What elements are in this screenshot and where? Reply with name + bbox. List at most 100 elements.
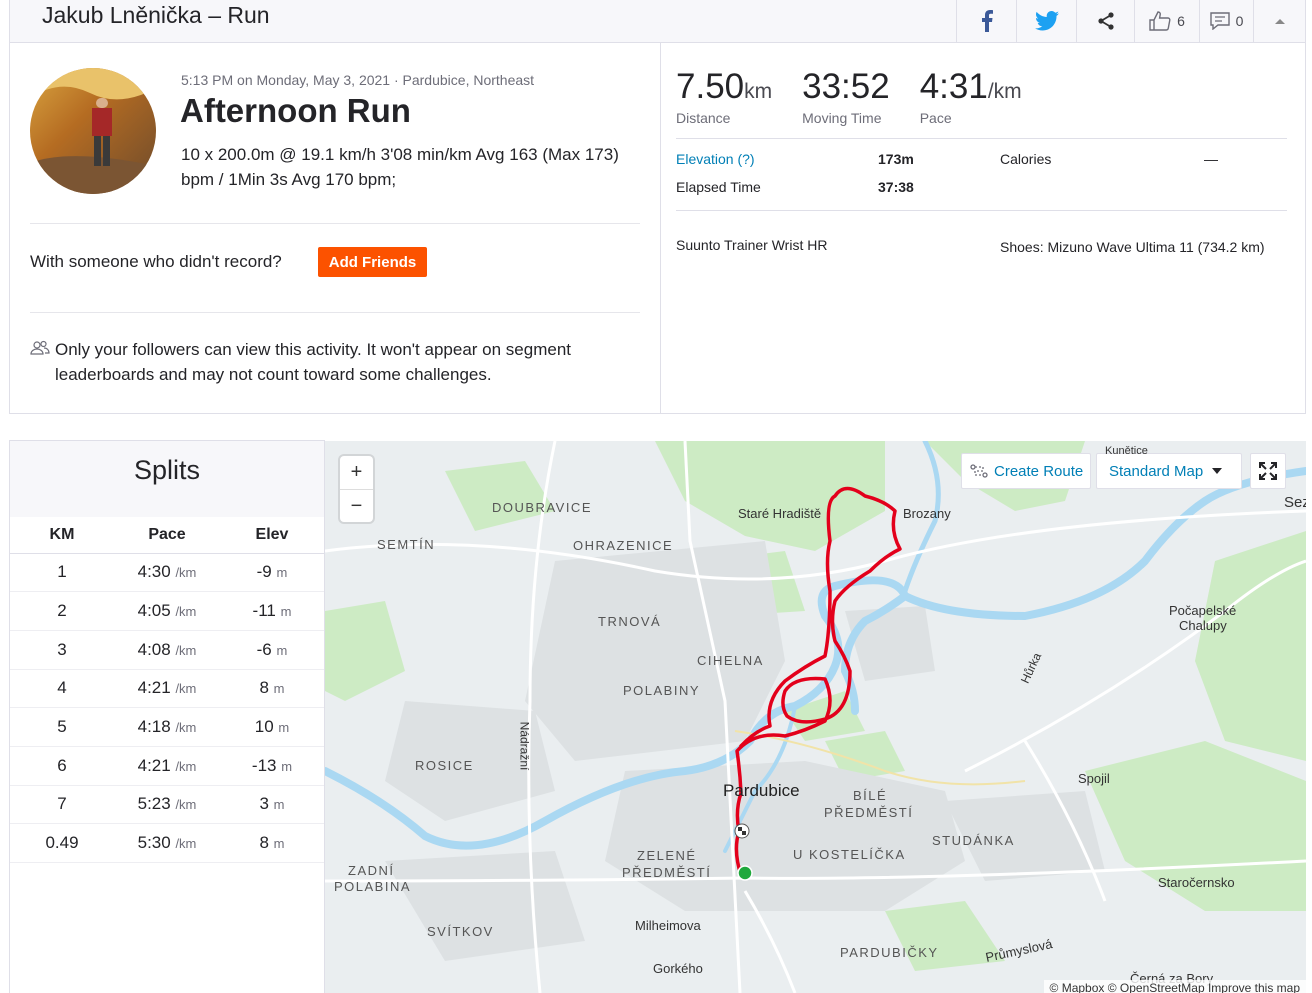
map-style-label: Standard Map (1109, 462, 1204, 480)
map-label: PŘEDMĚSTÍ (824, 805, 914, 820)
stat-pace: 4:31/km Pace (920, 64, 1022, 126)
split-elev-value: 10 (254, 717, 274, 737)
comment-icon (1209, 12, 1230, 30)
split-elev-unit: m (276, 642, 288, 658)
pace-label: Pace (919, 110, 952, 126)
route-map[interactable]: + − Create Route Standard Map Kunětice D… (325, 441, 1306, 993)
split-pace-value: 4:08 (137, 639, 171, 659)
split-elev: 8 m (220, 669, 324, 709)
kudos-button[interactable]: 6 (1134, 0, 1199, 42)
splits-body: 1 4:30 /km -9 m 2 4:05 /km -11 m 3 4:08 /km -6 m… (10, 553, 324, 863)
split-elev-unit: m (276, 565, 288, 581)
splits-header-row: KM Pace Elev (10, 517, 324, 554)
map-label: Milheimova (635, 918, 701, 933)
split-elev-unit: m (280, 604, 292, 620)
split-km: 2 (10, 591, 114, 631)
calories-label: Calories (1000, 151, 1052, 167)
moving-time-label: Moving Time (802, 110, 882, 126)
map-style-dropdown[interactable]: Standard Map (1096, 453, 1242, 489)
stat-moving-time: 33:52 Moving Time (802, 64, 890, 126)
collapse-button[interactable] (1253, 0, 1305, 42)
comment-count: 0 (1235, 13, 1244, 29)
facebook-icon (981, 10, 993, 32)
kudos-count: 6 (1177, 13, 1185, 29)
map-label: SVÍTKOV (427, 924, 494, 939)
activity-summary: 5:13 PM on Monday, May 3, 2021 · Pardubi… (9, 42, 1306, 414)
split-pace-value: 4:18 (137, 717, 171, 737)
split-pace-unit: /km (175, 681, 197, 697)
splits-panel: Splits KM Pace Elev 1 4:30 /km -9 m 2 4:05 /… (9, 440, 325, 993)
activity-description: 10 x 200.0m @ 19.1 km/h 3'08 min/km Avg … (181, 145, 619, 189)
map-label: ROSICE (415, 758, 474, 773)
elevation-value: 173m (878, 151, 914, 167)
map-label: Gorkého (653, 961, 703, 976)
split-row: 0.49 5:30 /km 8 m (10, 823, 324, 863)
splits-header: Splits (10, 441, 324, 517)
split-pace-value: 5:30 (137, 833, 171, 853)
split-elev-value: -11 (252, 601, 276, 621)
split-pace: 4:21 /km (114, 669, 220, 709)
split-pace-unit: /km (175, 836, 197, 852)
map-label: Brozany (903, 506, 951, 521)
split-row: 4 4:21 /km 8 m (10, 669, 324, 709)
split-pace-unit: /km (175, 642, 197, 658)
device-name: Suunto Trainer Wrist HR (676, 237, 828, 253)
split-elev-unit: m (278, 720, 290, 736)
map-label: STUDÁNKA (932, 833, 1015, 848)
split-km: 4 (10, 669, 114, 709)
map-label: CIHELNA (697, 653, 764, 668)
map-label: PŘEDMĚSTÍ (622, 865, 712, 880)
share-button[interactable] (1076, 0, 1134, 42)
col-km-header: KM (10, 517, 114, 554)
split-elev: -11 m (220, 591, 324, 631)
map-label: Chalupy (1179, 618, 1227, 633)
divider (30, 312, 640, 313)
primary-stats: 7.50km Distance 33:52 Moving Time 4:31/k… (676, 64, 1052, 126)
elapsed-value: 37:38 (878, 179, 914, 195)
twitter-share-button[interactable] (1016, 0, 1076, 42)
map-label: Nádražní (517, 721, 532, 771)
elevation-link[interactable]: Elevation (?) (676, 151, 755, 167)
split-elev-value: 8 (259, 678, 269, 698)
split-pace: 4:21 /km (114, 746, 220, 786)
fullscreen-button[interactable] (1250, 453, 1286, 489)
zoom-in-button[interactable]: + (340, 456, 373, 489)
map-label: Sez (1284, 494, 1306, 511)
activity-meta: 5:13 PM on Monday, May 3, 2021 · Pardubi… (181, 72, 535, 88)
facebook-share-button[interactable] (956, 0, 1016, 42)
split-elev-value: -13 (251, 755, 277, 775)
split-elev-unit: m (273, 681, 285, 697)
create-route-button[interactable]: Create Route (961, 453, 1091, 489)
pace-unit: /km (987, 80, 1022, 103)
map-label: Staročernsko (1158, 875, 1235, 890)
splits-table: KM Pace Elev 1 4:30 /km -9 m 2 4:05 /km -11 m… (10, 517, 324, 863)
pace-value: 4:31 (919, 67, 988, 106)
add-friends-button[interactable]: Add Friends (318, 247, 427, 277)
split-elev: 10 m (220, 707, 324, 747)
zoom-control: + − (340, 456, 373, 522)
map-label: Staré Hradiště (738, 506, 822, 521)
route-icon (970, 464, 988, 478)
map-attribution[interactable]: © Mapbox © OpenStreetMap Improve this ma… (1043, 980, 1306, 993)
split-elev-unit: m (281, 758, 293, 774)
split-pace: 4:08 /km (114, 630, 220, 670)
activity-header: Jakub Lněnička – Run 6 0 (9, 0, 1306, 43)
split-row: 7 5:23 /km 3 m (10, 785, 324, 825)
map-label: ZADNÍ (348, 863, 395, 878)
athlete-avatar[interactable] (30, 68, 156, 194)
col-elev-header: Elev (220, 517, 324, 554)
split-pace-value: 4:21 (137, 678, 171, 698)
moving-time-value: 33:52 (802, 67, 890, 106)
comments-button[interactable]: 0 (1199, 0, 1253, 42)
page-title: Jakub Lněnička – Run (42, 2, 270, 28)
map-base (325, 441, 1306, 993)
split-elev-unit: m (273, 836, 285, 852)
map-label: DOUBRAVICE (492, 500, 592, 515)
split-pace: 4:05 /km (114, 591, 220, 631)
map-label: SEMTÍN (377, 537, 436, 552)
split-row: 3 4:08 /km -6 m (10, 630, 324, 670)
split-km: 6 (10, 746, 114, 786)
start-marker (737, 865, 753, 881)
zoom-out-button[interactable]: − (340, 489, 373, 522)
split-pace-unit: /km (175, 720, 197, 736)
